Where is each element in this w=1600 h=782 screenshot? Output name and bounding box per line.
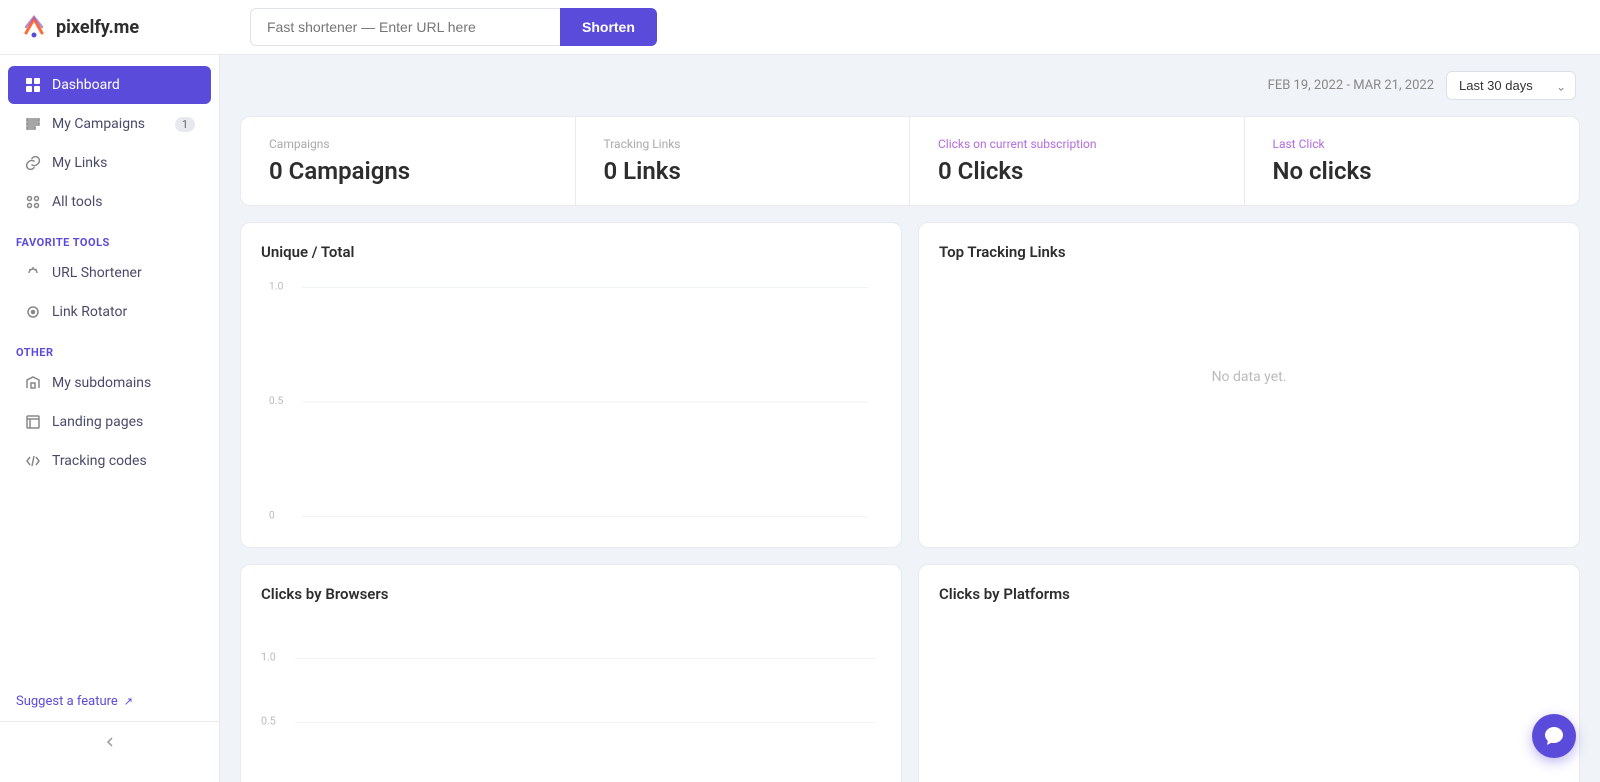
other-section-label: OTHER	[0, 332, 219, 363]
sidebar-subdomains-label: My subdomains	[52, 375, 151, 391]
clicks-by-browsers-area: 1.0 0.5	[261, 619, 881, 782]
sidebar-item-links[interactable]: My Links	[8, 144, 211, 182]
unique-total-chart-card: Unique / Total 1.0 0.5 0 12AM 3AM	[240, 222, 902, 548]
unique-total-chart-area: 1.0 0.5 0 12AM 3AM 6AM 9AM 12PM 3PM	[261, 277, 881, 527]
sidebar-all-tools-label: All tools	[52, 194, 102, 210]
top-tracking-links-title: Top Tracking Links	[939, 243, 1559, 261]
x-label-9am: 9AM	[519, 525, 541, 527]
main-header: FEB 19, 2022 - MAR 21, 2022 Last 7 days …	[220, 55, 1600, 116]
date-range-text: FEB 19, 2022 - MAR 21, 2022	[1268, 78, 1434, 93]
stat-last-click-label: Last Click	[1273, 137, 1552, 151]
sidebar-tracking-codes-label: Tracking codes	[52, 453, 147, 469]
sidebar-item-campaigns[interactable]: My Campaigns 1	[8, 105, 211, 143]
url-input[interactable]	[250, 8, 560, 46]
clicks-by-platforms-card: Clicks by Platforms	[918, 564, 1580, 782]
campaigns-badge: 1	[175, 117, 195, 132]
browsers-y-label-1-0: 1.0	[261, 651, 276, 664]
url-shortener-icon	[24, 264, 42, 282]
url-shortener-form: Shorten	[250, 8, 657, 46]
link-rotator-icon	[24, 303, 42, 321]
suggest-feature[interactable]: Suggest a feature ↗	[0, 682, 219, 721]
chat-icon	[1543, 725, 1565, 747]
x-label-6pm: 6PM	[730, 525, 752, 527]
x-label-3pm: 3PM	[660, 525, 682, 527]
logo: pixelfy.me	[20, 13, 240, 41]
chat-bubble-button[interactable]	[1532, 714, 1576, 758]
sidebar-landing-pages-label: Landing pages	[52, 414, 143, 430]
stat-card-campaigns: Campaigns 0 Campaigns	[241, 117, 576, 205]
charts-grid: Unique / Total 1.0 0.5 0 12AM 3AM	[220, 206, 1600, 782]
sidebar-item-tracking-codes[interactable]: Tracking codes	[8, 442, 211, 480]
browsers-y-label-0-5: 0.5	[261, 715, 276, 728]
x-label-12pm: 12PM	[590, 525, 617, 527]
stat-campaigns-label: Campaigns	[269, 137, 547, 151]
sidebar-nav: Dashboard My Campaigns 1 My Links	[0, 55, 219, 682]
main-content: FEB 19, 2022 - MAR 21, 2022 Last 7 days …	[220, 55, 1600, 782]
stat-card-clicks: Clicks on current subscription 0 Clicks	[910, 117, 1245, 205]
sidebar-item-all-tools[interactable]: All tools	[8, 183, 211, 221]
unique-total-chart-title: Unique / Total	[261, 243, 881, 261]
sidebar-item-url-shortener[interactable]: URL Shortener	[8, 254, 211, 292]
stat-last-click-value: No clicks	[1273, 157, 1552, 185]
stat-links-value: 0 Links	[604, 157, 882, 185]
stat-links-label: Tracking Links	[604, 137, 882, 151]
links-icon	[24, 154, 42, 172]
logo-icon	[20, 13, 48, 41]
sidebar-item-landing-pages[interactable]: Landing pages	[8, 403, 211, 441]
stat-campaigns-value: 0 Campaigns	[269, 157, 547, 185]
y-label-1-0: 1.0	[269, 280, 284, 293]
sidebar-link-rotator-label: Link Rotator	[52, 304, 127, 320]
stat-card-links: Tracking Links 0 Links	[576, 117, 911, 205]
sidebar-item-dashboard[interactable]: Dashboard	[8, 66, 211, 104]
topbar: pixelfy.me Shorten	[0, 0, 1600, 55]
x-label-12am-start: 12AM	[302, 525, 330, 527]
x-label-12am-end: 12AM	[837, 525, 865, 527]
clicks-by-browsers-card: Clicks by Browsers 1.0 0.5	[240, 564, 902, 782]
top-tracking-links-card: Top Tracking Links No data yet.	[918, 222, 1580, 548]
x-label-3am: 3AM	[373, 525, 395, 527]
clicks-by-browsers-svg: 1.0 0.5	[261, 619, 881, 782]
sidebar-dashboard-label: Dashboard	[52, 77, 120, 93]
unique-total-chart-svg: 1.0 0.5 0 12AM 3AM 6AM 9AM 12PM 3PM	[261, 277, 881, 527]
app-body: Dashboard My Campaigns 1 My Links	[0, 55, 1600, 782]
clicks-by-browsers-title: Clicks by Browsers	[261, 585, 881, 603]
shorten-button[interactable]: Shorten	[560, 8, 657, 46]
landing-pages-icon	[24, 413, 42, 431]
stat-clicks-label: Clicks on current subscription	[938, 137, 1216, 151]
x-label-6am: 6AM	[444, 525, 466, 527]
logo-text: pixelfy.me	[56, 17, 139, 38]
sidebar-campaigns-label: My Campaigns	[52, 116, 145, 132]
tracking-codes-icon	[24, 452, 42, 470]
sidebar-item-subdomains[interactable]: My subdomains	[8, 364, 211, 402]
all-tools-icon	[24, 193, 42, 211]
date-range-select[interactable]: Last 7 days Last 30 days Last 90 days Cu…	[1446, 71, 1576, 100]
campaigns-icon	[24, 115, 42, 133]
subdomains-icon	[24, 374, 42, 392]
collapse-sidebar-button[interactable]	[0, 721, 219, 762]
sidebar-links-label: My Links	[52, 155, 107, 171]
stat-card-last-click: Last Click No clicks	[1245, 117, 1580, 205]
sidebar-url-shortener-label: URL Shortener	[52, 265, 142, 281]
sidebar-item-link-rotator[interactable]: Link Rotator	[8, 293, 211, 331]
suggest-feature-label: Suggest a feature	[16, 694, 118, 709]
clicks-by-platforms-title: Clicks by Platforms	[939, 585, 1559, 603]
y-label-0-5: 0.5	[269, 394, 284, 407]
favorite-tools-section-label: FAVORITE TOOLS	[0, 222, 219, 253]
top-tracking-links-no-data: No data yet.	[939, 277, 1559, 477]
sidebar: Dashboard My Campaigns 1 My Links	[0, 55, 220, 782]
stat-clicks-value: 0 Clicks	[938, 157, 1216, 185]
x-label-9pm: 9PM	[801, 525, 823, 527]
external-link-icon: ↗	[124, 695, 133, 708]
date-range-select-wrapper: Last 7 days Last 30 days Last 90 days Cu…	[1446, 71, 1576, 100]
stats-row: Campaigns 0 Campaigns Tracking Links 0 L…	[240, 116, 1580, 206]
y-label-0: 0	[269, 509, 275, 522]
dashboard-icon	[24, 76, 42, 94]
